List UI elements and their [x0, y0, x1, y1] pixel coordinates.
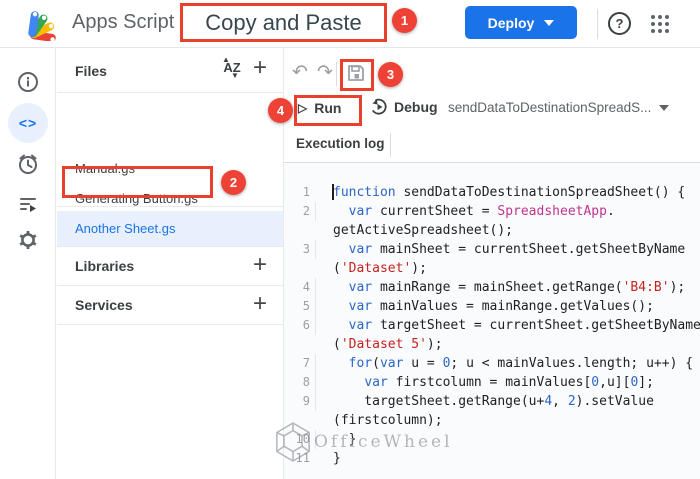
- line-number: [284, 335, 310, 354]
- divider: [597, 9, 598, 39]
- code-line: 11}: [284, 449, 700, 468]
- line-number: 11: [295, 451, 310, 465]
- line-number: 8: [302, 375, 310, 389]
- code-line: 10 }: [284, 430, 700, 449]
- code-line: 9 targetSheet.getRange(u+4, 2).setValue: [284, 392, 700, 411]
- callout-badge-1: 1: [392, 8, 417, 33]
- triggers-clock-icon[interactable]: [8, 144, 48, 184]
- text-cursor: [332, 184, 334, 200]
- add-file-icon[interactable]: +: [253, 56, 267, 80]
- code-line: ('Dataset 5');: [284, 335, 700, 354]
- callout-badge-4: 4: [268, 98, 293, 123]
- divider: [390, 133, 391, 157]
- line-number: [284, 221, 310, 240]
- line-number: 4: [302, 280, 310, 294]
- undo-icon[interactable]: ↶: [292, 63, 308, 82]
- left-nav-rail: <>: [0, 48, 56, 479]
- code-line: ('Dataset');: [284, 259, 700, 278]
- line-number: 10: [295, 432, 310, 446]
- line-number: 2: [302, 204, 310, 218]
- line-number: 3: [302, 242, 310, 256]
- divider: [336, 62, 337, 86]
- apps-grid-icon[interactable]: [649, 13, 671, 40]
- files-title: Files: [75, 63, 107, 79]
- services-section: Services +: [57, 285, 283, 324]
- help-icon[interactable]: ?: [608, 12, 631, 35]
- code-line: 3 var mainSheet = currentSheet.getSheetB…: [284, 240, 700, 259]
- editor-code-icon[interactable]: <>: [8, 103, 48, 143]
- files-header: Files AZ ▲ ▼ +: [57, 48, 283, 93]
- overview-info-icon[interactable]: [8, 62, 48, 102]
- line-number: 9: [302, 394, 310, 408]
- app-name: Apps Script: [72, 11, 175, 33]
- code-line: 8 var firstcolumn = mainValues[0,u][0];: [284, 373, 700, 392]
- line-number: 5: [302, 299, 310, 313]
- deploy-button[interactable]: Deploy: [465, 6, 577, 39]
- code-line: 6 var targetSheet = currentSheet.getShee…: [284, 316, 700, 335]
- line-number: 1: [302, 185, 310, 199]
- code-line: 5 var mainValues = mainRange.getValues()…: [284, 297, 700, 316]
- libraries-label: Libraries: [75, 258, 135, 274]
- line-number: 7: [302, 356, 310, 370]
- code-line: 1 function sendDataToDestinationSpreadShe…: [284, 183, 700, 202]
- code-line: 7 for(var u = 0; u < mainValues.length; …: [284, 354, 700, 373]
- settings-gear-icon[interactable]: [8, 220, 48, 260]
- redo-icon[interactable]: ↷: [317, 63, 333, 82]
- code-line: getActiveSpreadsheet();: [284, 221, 700, 240]
- add-service-icon[interactable]: +: [253, 292, 267, 316]
- line-number: 6: [302, 318, 310, 332]
- editor-toolbar: ↶ ↷ ▷ Run Debug sendDataToDestinationSpr…: [284, 48, 700, 163]
- line-number: [284, 411, 310, 430]
- project-title[interactable]: Copy and Paste: [205, 10, 362, 36]
- file-item-manual[interactable]: Manual.gs: [57, 153, 283, 183]
- apps-script-logo-icon[interactable]: [26, 7, 64, 42]
- play-icon: ▷: [298, 101, 308, 115]
- code-line: 4 var mainRange = mainSheet.getRange('B4…: [284, 278, 700, 297]
- code-line: 2 var currentSheet = SpreadsheetApp.: [284, 202, 700, 221]
- save-icon[interactable]: [345, 62, 367, 89]
- callout-badge-2: 2: [221, 170, 246, 195]
- callout-box-project-title: Copy and Paste: [180, 3, 387, 42]
- callout-badge-3: 3: [378, 62, 403, 87]
- chevron-down-icon: [544, 19, 555, 26]
- add-library-icon[interactable]: +: [253, 253, 267, 277]
- debug-button[interactable]: Debug: [370, 98, 438, 116]
- services-label: Services: [75, 297, 133, 313]
- function-selector-dropdown[interactable]: sendDataToDestinationSpreadS...: [448, 100, 670, 115]
- libraries-section: Libraries +: [57, 246, 283, 285]
- sort-az-icon[interactable]: AZ ▲ ▼: [219, 55, 245, 82]
- files-panel: Files AZ ▲ ▼ + Manual.gs Generating Button…: [57, 48, 284, 479]
- apps-script-window: Apps Script Copy and Paste Deploy ? <> F…: [0, 0, 700, 479]
- top-bar: Apps Script Copy and Paste Deploy ?: [0, 0, 700, 48]
- run-button[interactable]: ▷ Run: [298, 100, 341, 116]
- execution-log-tab[interactable]: Execution log: [296, 136, 385, 151]
- line-number: [284, 259, 310, 278]
- executions-list-icon[interactable]: [8, 184, 48, 224]
- code-editor[interactable]: 1 function sendDataToDestinationSpreadShe…: [284, 163, 700, 479]
- code-line: (firstcolumn);: [284, 411, 700, 430]
- chevron-down-icon: [659, 104, 670, 111]
- debug-icon: [372, 98, 387, 115]
